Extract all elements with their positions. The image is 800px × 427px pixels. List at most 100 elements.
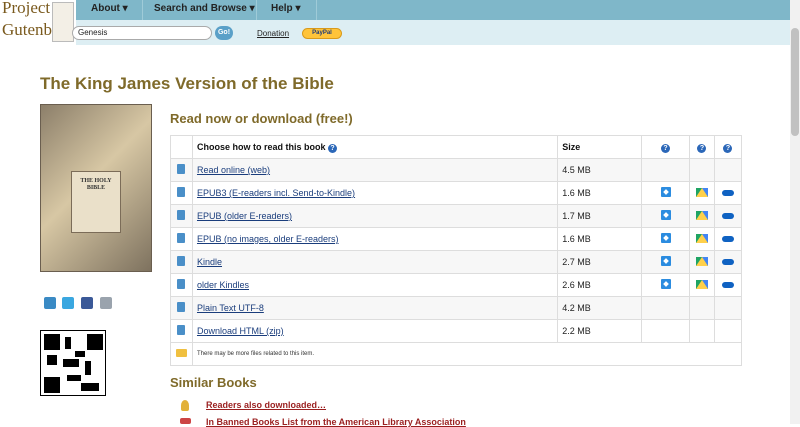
format-link[interactable]: EPUB (no images, older E-readers) (197, 234, 339, 244)
onedrive-cell (713, 204, 743, 228)
download-heading: Read now or download (free!) (170, 111, 353, 126)
format-cell: Read online (web) (191, 158, 559, 182)
book-icon (177, 210, 186, 220)
onedrive-cell (713, 250, 743, 274)
size-cell: 1.7 MB (557, 204, 643, 228)
google-drive-icon[interactable] (695, 210, 708, 220)
format-icon-cell (170, 158, 193, 182)
format-link[interactable]: older Kindles (197, 280, 249, 290)
help-icon[interactable]: ? (697, 143, 707, 153)
similar-item-banned-books[interactable]: In Banned Books List from the American L… (206, 417, 466, 427)
dropbox-icon[interactable] (660, 256, 671, 266)
facebook-icon[interactable] (81, 297, 93, 309)
site-header: Project Gutenberg About ▾ Search and Bro… (0, 0, 790, 45)
similar-item-readers-also[interactable]: Readers also downloaded… (206, 400, 326, 410)
onedrive-cell (713, 273, 743, 297)
google-drive-icon[interactable] (695, 279, 708, 289)
more-files-icon-cell (170, 342, 193, 366)
format-link[interactable]: Read online (web) (197, 165, 270, 175)
cover-title-text: THE HOLY BIBLE (80, 178, 112, 191)
nav-help-label: Help (271, 3, 293, 14)
search-go-button[interactable]: Go! (215, 26, 233, 40)
google-drive-icon[interactable] (695, 187, 708, 197)
format-link[interactable]: Plain Text UTF-8 (197, 303, 264, 313)
nav-divider (142, 0, 143, 20)
nav-search-label: Search and Browse (154, 3, 247, 14)
onedrive-icon[interactable] (721, 282, 734, 288)
scrollbar-thumb[interactable] (791, 28, 799, 136)
format-link[interactable]: Download HTML (zip) (197, 326, 284, 336)
format-cell: Plain Text UTF-8 (191, 296, 559, 320)
twitter-icon[interactable] (62, 297, 74, 309)
gdrive-cell (689, 250, 715, 274)
nav-divider (316, 0, 317, 20)
onedrive-icon[interactable] (721, 236, 734, 242)
book-icon (177, 256, 186, 266)
onedrive-icon[interactable] (721, 190, 734, 196)
dropbox-icon[interactable] (660, 187, 671, 197)
chevron-down-icon: ▾ (122, 3, 128, 14)
format-link[interactable]: EPUB (older E-readers) (197, 211, 292, 221)
nav-search-and-browse[interactable]: Search and Browse ▾ (154, 3, 255, 14)
download-row: Plain Text UTF-8 4.2 MB (170, 296, 743, 320)
download-row: Kindle 2.7 MB (170, 250, 743, 274)
nav-help[interactable]: Help ▾ (271, 3, 300, 14)
paypal-button[interactable]: PayPal (302, 28, 342, 39)
nav-divider (256, 0, 257, 20)
header-dropbox-help: ? (641, 135, 690, 159)
gdrive-cell (689, 319, 715, 343)
nav-about[interactable]: About ▾ (91, 3, 128, 14)
format-icon-cell (170, 204, 193, 228)
page-scrollbar[interactable] (790, 0, 800, 424)
header-gdrive-help: ? (689, 135, 715, 159)
download-row: EPUB (older E-readers) 1.7 MB (170, 204, 743, 228)
banned-books-icon (180, 418, 191, 424)
onedrive-icon[interactable] (721, 213, 734, 219)
donation-link[interactable]: Donation (257, 29, 289, 38)
gdrive-cell (689, 296, 715, 320)
qr-code (40, 330, 106, 396)
similar-books-heading: Similar Books (170, 375, 257, 390)
download-row: EPUB (no images, older E-readers) 1.6 MB (170, 227, 743, 251)
format-icon-cell (170, 319, 193, 343)
format-icon-cell (170, 296, 193, 320)
mastodon-icon[interactable] (44, 297, 56, 309)
format-icon-cell (170, 273, 193, 297)
onedrive-cell (713, 158, 743, 182)
chevron-down-icon: ▾ (295, 3, 301, 14)
help-icon[interactable]: ? (328, 143, 338, 153)
dropbox-cell (641, 319, 690, 343)
print-icon[interactable] (100, 297, 112, 309)
search-input[interactable]: Genesis (72, 26, 212, 40)
dropbox-icon[interactable] (660, 210, 671, 220)
gdrive-cell (689, 181, 715, 205)
header-icon-cell (170, 135, 193, 159)
book-icon (177, 325, 186, 335)
onedrive-icon[interactable] (721, 259, 734, 265)
size-cell: 2.6 MB (557, 273, 643, 297)
main-nav: About ▾ Search and Browse ▾ Help ▾ (76, 0, 790, 20)
help-icon[interactable]: ? (661, 143, 671, 153)
nav-about-label: About (91, 3, 120, 14)
folder-icon (175, 349, 187, 357)
format-link[interactable]: EPUB3 (E-readers incl. Send-to-Kindle) (197, 188, 355, 198)
logo-line1: Project (2, 0, 51, 17)
format-link[interactable]: Kindle (197, 257, 222, 267)
chevron-down-icon: ▾ (249, 3, 255, 14)
size-cell: 1.6 MB (557, 227, 643, 251)
download-rows: Read online (web) 4.5 MB EPUB3 (E-readers … (170, 158, 743, 343)
project-gutenberg-logo[interactable]: Project Gutenberg (0, 0, 76, 45)
gdrive-cell (689, 227, 715, 251)
google-drive-icon[interactable] (695, 256, 708, 266)
header-size: Size (557, 135, 643, 159)
dropbox-icon[interactable] (660, 233, 671, 243)
dropbox-icon[interactable] (660, 279, 671, 289)
format-cell: Download HTML (zip) (191, 319, 559, 343)
dropbox-cell (641, 296, 690, 320)
header-choose-label: Choose how to read this book (196, 141, 326, 152)
book-icon (177, 233, 186, 243)
google-drive-icon[interactable] (695, 233, 708, 243)
book-icon (177, 187, 186, 197)
help-icon[interactable]: ? (723, 143, 733, 153)
format-cell: older Kindles (191, 273, 559, 297)
